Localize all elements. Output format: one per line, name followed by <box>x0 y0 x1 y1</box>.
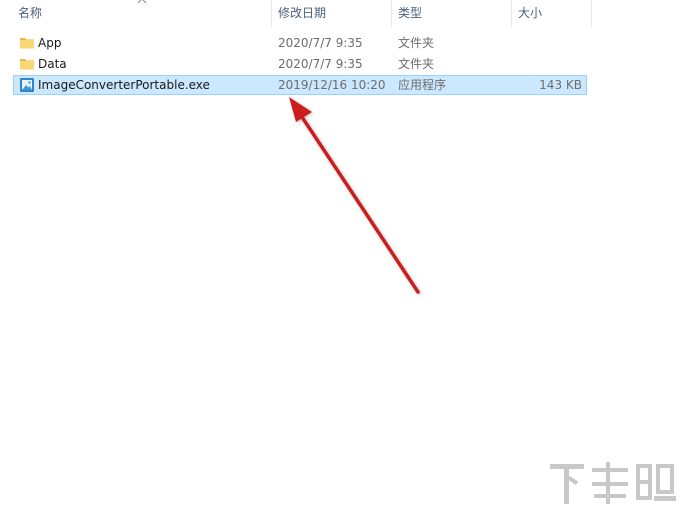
file-row-data[interactable]: Data 2020/7/7 9:35 文件夹 <box>13 54 587 74</box>
folder-icon <box>20 59 34 70</box>
application-icon <box>20 78 34 92</box>
column-header-type[interactable]: 类型 <box>392 0 511 27</box>
column-divider[interactable] <box>591 0 592 27</box>
file-name: App <box>38 36 62 50</box>
file-modified: 2020/7/7 9:35 <box>278 57 363 71</box>
column-header-bar: 名称 修改日期 类型 大小 <box>0 0 686 27</box>
file-type: 应用程序 <box>398 78 447 92</box>
column-header-modified[interactable]: 修改日期 <box>272 0 391 27</box>
file-size: 143 KB <box>539 78 582 92</box>
column-header-size[interactable]: 大小 <box>512 0 591 27</box>
watermark-logo <box>550 462 676 504</box>
file-name: ImageConverterPortable.exe <box>38 78 210 92</box>
folder-icon <box>20 38 34 49</box>
file-modified: 2019/12/16 10:20 <box>278 78 386 92</box>
file-name: Data <box>38 57 67 71</box>
file-type: 文件夹 <box>398 36 435 50</box>
column-header-name[interactable]: 名称 <box>12 0 271 27</box>
file-type: 文件夹 <box>398 57 435 71</box>
file-row-imageconverterportable[interactable]: ImageConverterPortable.exe 2019/12/16 10… <box>13 75 587 95</box>
file-row-app[interactable]: App 2020/7/7 9:35 文件夹 <box>13 33 587 53</box>
file-modified: 2020/7/7 9:35 <box>278 36 363 50</box>
